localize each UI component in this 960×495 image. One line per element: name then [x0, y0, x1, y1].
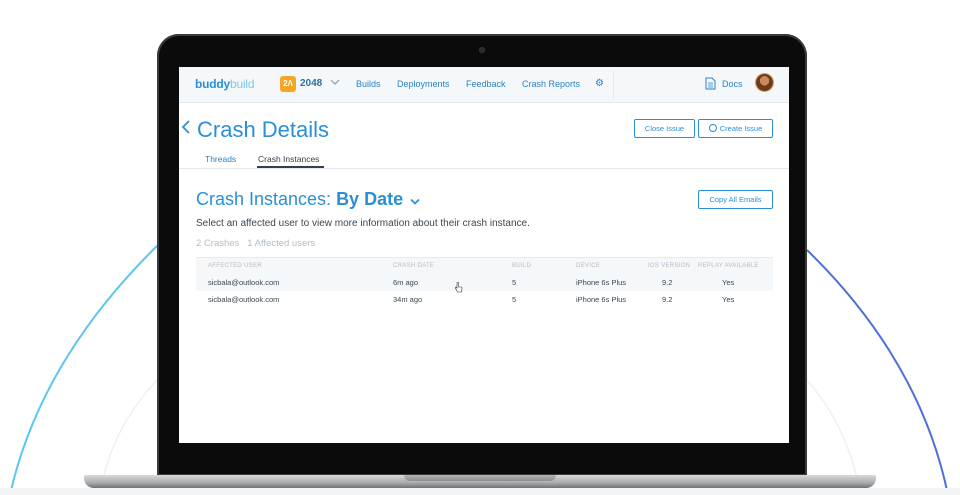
cell-date: 34m ago: [393, 295, 423, 304]
github-icon: [708, 124, 717, 132]
tab-threads[interactable]: Threads: [205, 154, 236, 164]
chevron-down-icon[interactable]: [330, 77, 340, 87]
copy-all-emails-button[interactable]: Copy All Emails: [698, 190, 773, 209]
nav-crash-reports[interactable]: Crash Reports: [522, 79, 580, 89]
gear-icon[interactable]: ⚙: [595, 79, 604, 89]
nav-deployments[interactable]: Deployments: [397, 79, 450, 89]
cell-build: 5: [512, 295, 517, 304]
laptop-notch: [404, 475, 556, 481]
cell-device: iPhone 6s Plus: [576, 278, 627, 287]
cell-ios-version: 9.2: [662, 278, 673, 287]
column-header-build[interactable]: Build: [512, 263, 531, 269]
tabs-divider: [179, 168, 789, 169]
tab-crash-instances[interactable]: Crash Instances: [258, 154, 319, 164]
crash-counts: 2 Crashes 1 Affected users: [196, 238, 316, 249]
avatar[interactable]: [756, 74, 773, 91]
buddybuild-logo[interactable]: buddybuild: [195, 77, 255, 91]
cell-user: sicbala@outlook.com: [208, 278, 280, 287]
cell-replay: Yes: [722, 295, 735, 304]
column-header-affected-user[interactable]: Affected User: [208, 263, 262, 269]
docs-link[interactable]: Docs: [722, 79, 743, 89]
chevron-left-icon[interactable]: [181, 119, 191, 135]
close-issue-button[interactable]: Close Issue: [634, 119, 695, 138]
camera-icon: [479, 47, 485, 53]
floor-strip: [0, 488, 960, 495]
top-navigation-bar: buddybuild 2Λ 2048 Builds Deployments Fe…: [179, 67, 789, 103]
left-arc: [9, 242, 161, 495]
nav-feedback[interactable]: Feedback: [466, 79, 506, 89]
page-title: Crash Details: [197, 117, 330, 142]
cell-date: 6m ago: [393, 278, 419, 287]
chevron-down-icon[interactable]: [410, 198, 420, 206]
app-icon-badge[interactable]: 2Λ: [280, 76, 296, 92]
nav-builds[interactable]: Builds: [356, 79, 381, 89]
table-row[interactable]: sicbala@outlook.com 6m ago 5 iPhone 6s P…: [196, 274, 773, 291]
cell-ios-version: 9.2: [662, 295, 673, 304]
cell-device: iPhone 6s Plus: [576, 295, 627, 304]
cell-user: sicbala@outlook.com: [208, 295, 280, 304]
right-arc: [806, 249, 949, 495]
nav-divider: [613, 71, 614, 98]
create-issue-button[interactable]: Create Issue: [698, 119, 773, 138]
cell-build: 5: [512, 278, 517, 287]
app-name[interactable]: 2048: [300, 78, 322, 89]
document-icon[interactable]: [705, 77, 716, 90]
create-issue-label: Create Issue: [719, 124, 763, 133]
column-header-crash-date[interactable]: Crash Date: [393, 263, 434, 269]
cell-replay: Yes: [722, 278, 735, 287]
section-title: Crash Instances: By Date: [196, 189, 404, 209]
hand-pointer-icon: [455, 282, 463, 293]
app-screen: buddybuild 2Λ 2048 Builds Deployments Fe…: [179, 67, 789, 443]
table-row[interactable]: sicbala@outlook.com 34m ago 5 iPhone 6s …: [196, 291, 773, 308]
help-text: Select an affected user to view more inf…: [196, 218, 530, 229]
sort-dropdown[interactable]: By Date: [336, 189, 403, 209]
column-header-replay-available[interactable]: Replay Available: [698, 263, 759, 269]
column-header-device[interactable]: Device: [576, 263, 600, 269]
column-header-ios-version[interactable]: iOS Version: [648, 263, 690, 269]
